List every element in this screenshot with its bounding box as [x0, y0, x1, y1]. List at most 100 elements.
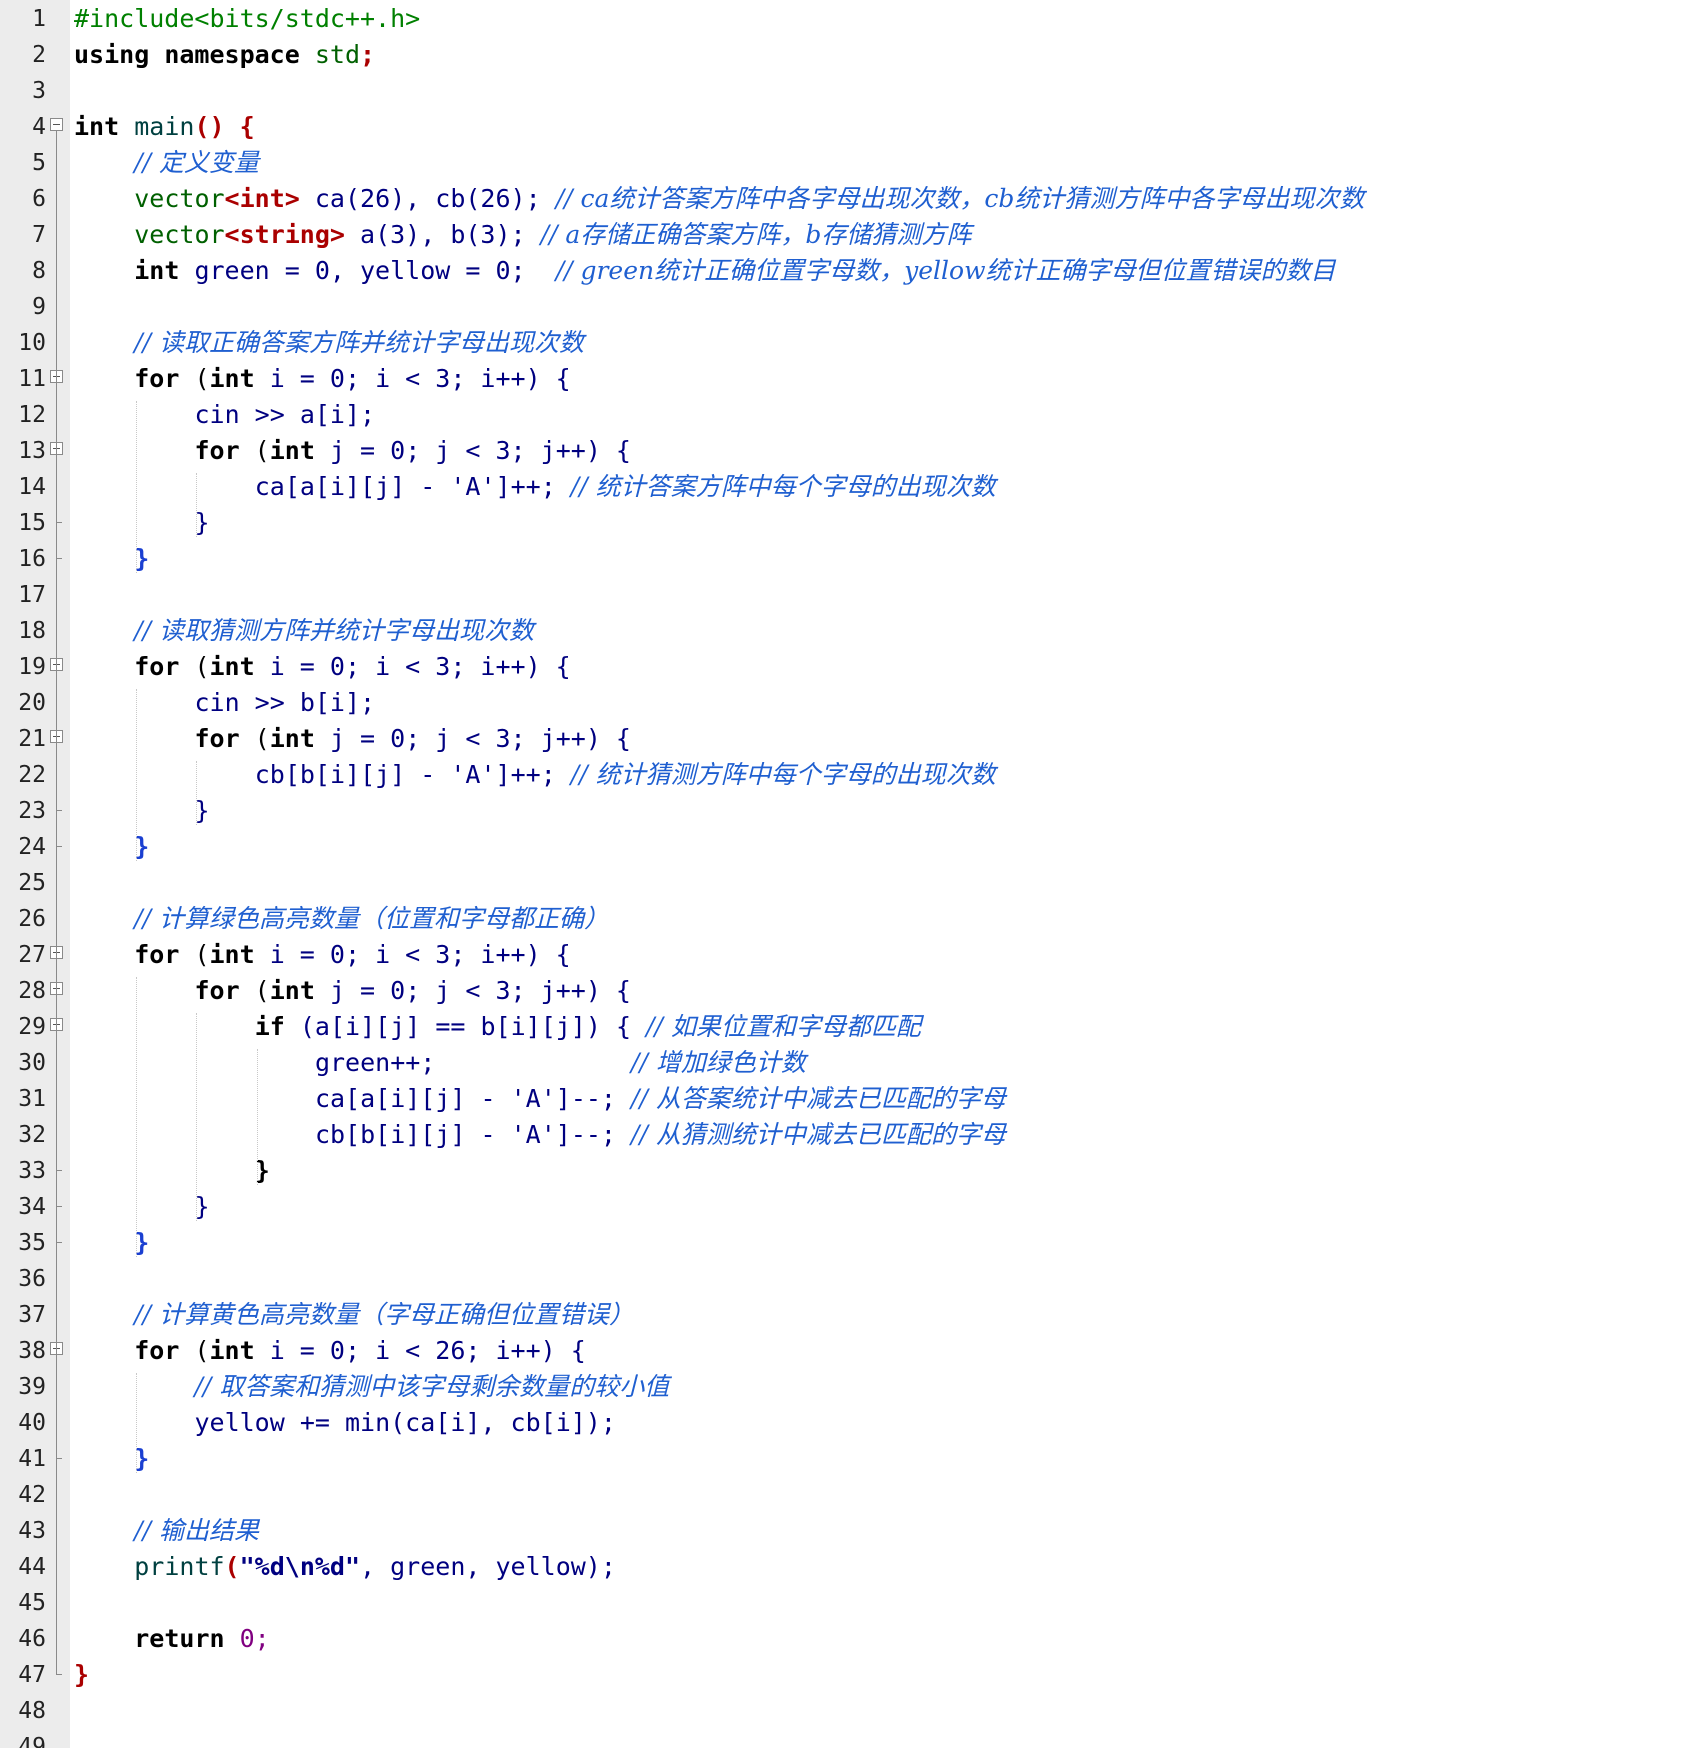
code-line[interactable]: 25: [0, 865, 1699, 901]
code-line[interactable]: 41}: [0, 1441, 1699, 1477]
code-line[interactable]: 23}: [0, 793, 1699, 829]
code-text[interactable]: for (int i = 0; i < 26; i++) {: [134, 1333, 586, 1369]
code-line[interactable]: 33}: [0, 1153, 1699, 1189]
code-line[interactable]: 6 vector<int> ca(26), cb(26); // ca统计答案方阵…: [0, 181, 1699, 217]
code-token: (: [179, 364, 210, 393]
code-text[interactable]: if (a[i][j] == b[i][j]) { // 如果位置和字母都匹配: [255, 1009, 921, 1045]
line-number: 11: [18, 366, 46, 392]
code-line[interactable]: 24}: [0, 829, 1699, 865]
code-line[interactable]: 39 // 取答案和猜测中该字母剩余数量的较小值: [0, 1369, 1699, 1405]
code-text[interactable]: ca[a[i][j] - 'A']++; // 统计答案方阵中每个字母的出现次数: [255, 469, 996, 505]
code-text[interactable]: vector<string> a(3), b(3); // a存储正确答案方阵，…: [134, 217, 971, 253]
fold-toggle-icon[interactable]: [50, 118, 63, 131]
code-token: (a[i][j] == b[i][j]) {: [284, 1012, 647, 1041]
code-line[interactable]: 32 cb[b[i][j] - 'A']--; // 从猜测统计中减去已匹配的字母: [0, 1117, 1699, 1153]
code-line[interactable]: 1 #include<bits/stdc++.h>: [0, 1, 1699, 37]
code-token: return: [134, 1624, 225, 1653]
code-text[interactable]: // 取答案和猜测中该字母剩余数量的较小值: [194, 1369, 669, 1405]
line-number: 45: [18, 1590, 46, 1616]
code-token: j = 0; j < 3; j++) {: [314, 724, 631, 753]
code-token: ca[a[i][j] - 'A']++;: [254, 472, 571, 501]
code-line[interactable]: 27 for (int i = 0; i < 3; i++) {: [0, 937, 1699, 973]
code-line[interactable]: 8 int green = 0, yellow = 0; // green统计正确…: [0, 253, 1699, 289]
code-text[interactable]: using namespace std;: [74, 37, 375, 73]
line-number: 29: [18, 1014, 46, 1040]
code-text[interactable]: int main() {: [74, 109, 255, 145]
code-line[interactable]: 15}: [0, 505, 1699, 541]
code-line[interactable]: 43 // 输出结果: [0, 1513, 1699, 1549]
code-text[interactable]: for (int i = 0; i < 3; i++) {: [134, 649, 571, 685]
code-text[interactable]: for (int j = 0; j < 3; j++) {: [194, 721, 631, 757]
code-text[interactable]: vector<int> ca(26), cb(26); // ca统计答案方阵中…: [134, 181, 1364, 217]
code-line[interactable]: 37 // 计算黄色高亮数量（字母正确但位置错误）: [0, 1297, 1699, 1333]
code-line[interactable]: 40 yellow += min(ca[i], cb[i]);: [0, 1405, 1699, 1441]
code-text[interactable]: // 读取猜测方阵并统计字母出现次数: [134, 613, 534, 649]
code-line[interactable]: 31 ca[a[i][j] - 'A']--; // 从答案统计中减去已匹配的字母: [0, 1081, 1699, 1117]
code-line[interactable]: 14 ca[a[i][j] - 'A']++; // 统计答案方阵中每个字母的出现…: [0, 469, 1699, 505]
indent-guide: [256, 1049, 258, 1185]
code-line[interactable]: 44 printf("%d\n%d", green, yellow);: [0, 1549, 1699, 1585]
code-line[interactable]: 3: [0, 73, 1699, 109]
code-line[interactable]: 42: [0, 1477, 1699, 1513]
code-line[interactable]: 16}: [0, 541, 1699, 577]
code-comment: // ca统计答案方阵中各字母出现次数，cb统计猜测方阵中各字母出现次数: [555, 184, 1365, 213]
code-text[interactable]: for (int j = 0; j < 3; j++) {: [194, 973, 631, 1009]
code-text[interactable]: return 0;: [134, 1621, 269, 1657]
code-line[interactable]: 13 for (int j = 0; j < 3; j++) {: [0, 433, 1699, 469]
code-text[interactable]: cb[b[i][j] - 'A']--; // 从猜测统计中减去已匹配的字母: [315, 1117, 1006, 1153]
code-line[interactable]: 21 for (int j = 0; j < 3; j++) {: [0, 721, 1699, 757]
code-editor[interactable]: 1 #include<bits/stdc++.h> 2 using namespace…: [0, 0, 1699, 1748]
code-text[interactable]: int green = 0, yellow = 0; // green统计正确位…: [134, 253, 1335, 289]
code-text[interactable]: yellow += min(ca[i], cb[i]);: [194, 1405, 615, 1441]
code-line[interactable]: 28 for (int j = 0; j < 3; j++) {: [0, 973, 1699, 1009]
code-token: <string>: [224, 220, 345, 249]
code-line[interactable]: 5 // 定义变量: [0, 145, 1699, 181]
code-line[interactable]: 47}: [0, 1657, 1699, 1693]
code-text[interactable]: for (int i = 0; i < 3; i++) {: [134, 937, 571, 973]
code-comment: // 从答案统计中减去已匹配的字母: [631, 1084, 1006, 1113]
code-line[interactable]: 36: [0, 1261, 1699, 1297]
code-text[interactable]: ca[a[i][j] - 'A']--; // 从答案统计中减去已匹配的字母: [315, 1081, 1006, 1117]
code-comment: // 统计猜测方阵中每个字母的出现次数: [570, 760, 996, 789]
line-number: 5: [32, 150, 46, 176]
code-line[interactable]: 29 if (a[i][j] == b[i][j]) { // 如果位置和字母都匹…: [0, 1009, 1699, 1045]
code-line[interactable]: 22 cb[b[i][j] - 'A']++; // 统计猜测方阵中每个字母的出现…: [0, 757, 1699, 793]
code-line[interactable]: 12 cin >> a[i];: [0, 397, 1699, 433]
code-text[interactable]: cb[b[i][j] - 'A']++; // 统计猜测方阵中每个字母的出现次数: [255, 757, 996, 793]
code-text[interactable]: // 计算黄色高亮数量（字母正确但位置错误）: [134, 1297, 634, 1333]
code-line[interactable]: 49: [0, 1729, 1699, 1748]
code-line[interactable]: 30 green++; // 增加绿色计数: [0, 1045, 1699, 1081]
code-text[interactable]: for (int j = 0; j < 3; j++) {: [194, 433, 631, 469]
code-line[interactable]: 20 cin >> b[i];: [0, 685, 1699, 721]
code-line[interactable]: 4 int main() {: [0, 109, 1699, 145]
code-line[interactable]: 9: [0, 289, 1699, 325]
code-line[interactable]: 17: [0, 577, 1699, 613]
code-text[interactable]: // 读取正确答案方阵并统计字母出现次数: [134, 325, 584, 361]
code-line[interactable]: 38 for (int i = 0; i < 26; i++) {: [0, 1333, 1699, 1369]
code-line[interactable]: 35}: [0, 1225, 1699, 1261]
code-line[interactable]: 46 return 0;: [0, 1621, 1699, 1657]
code-line[interactable]: 10 // 读取正确答案方阵并统计字母出现次数: [0, 325, 1699, 361]
code-text[interactable]: #include<bits/stdc++.h>: [74, 1, 420, 37]
code-text[interactable]: cin >> b[i];: [194, 685, 375, 721]
code-line[interactable]: 11 for (int i = 0; i < 3; i++) {: [0, 361, 1699, 397]
code-line[interactable]: 18 // 读取猜测方阵并统计字母出现次数: [0, 613, 1699, 649]
code-line[interactable]: 34}: [0, 1189, 1699, 1225]
code-text[interactable]: printf("%d\n%d", green, yellow);: [134, 1549, 616, 1585]
code-line[interactable]: 48: [0, 1693, 1699, 1729]
code-line[interactable]: 26 // 计算绿色高亮数量（位置和字母都正确）: [0, 901, 1699, 937]
code-line[interactable]: 7 vector<string> a(3), b(3); // a存储正确答案方阵…: [0, 217, 1699, 253]
code-text[interactable]: // 定义变量: [134, 145, 259, 181]
code-line[interactable]: 2 using namespace std;: [0, 37, 1699, 73]
code-line[interactable]: 45: [0, 1585, 1699, 1621]
indent-guide: [136, 689, 138, 861]
code-text[interactable]: for (int i = 0; i < 3; i++) {: [134, 361, 571, 397]
code-text[interactable]: // 计算绿色高亮数量（位置和字母都正确）: [134, 901, 609, 937]
code-token: int: [269, 436, 315, 465]
code-text[interactable]: // 输出结果: [134, 1513, 259, 1549]
code-text[interactable]: }: [74, 1657, 89, 1693]
line-number: 46: [18, 1626, 46, 1652]
code-text[interactable]: cin >> a[i];: [194, 397, 375, 433]
code-text[interactable]: green++; // 增加绿色计数: [315, 1045, 806, 1081]
code-line[interactable]: 19 for (int i = 0; i < 3; i++) {: [0, 649, 1699, 685]
